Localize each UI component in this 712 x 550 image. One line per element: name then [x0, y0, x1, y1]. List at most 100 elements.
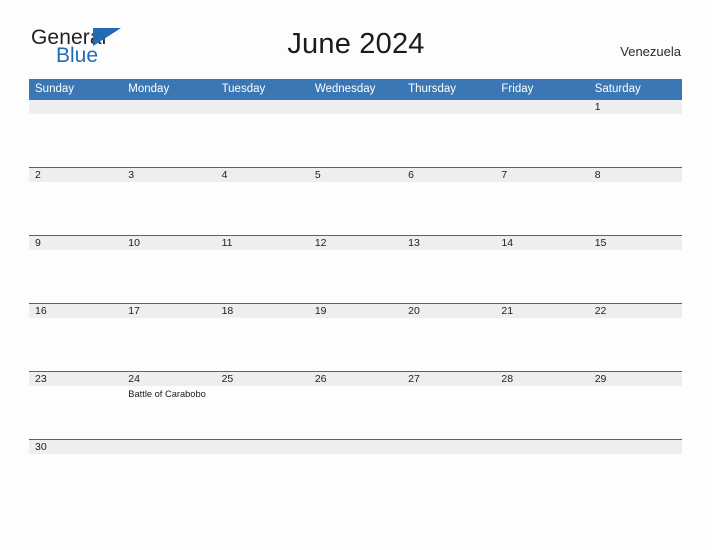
day-cell-16[interactable]: 16	[29, 304, 123, 372]
calendar-week-row: 23 24 Battle of Carabobo 25 26 27 28 29	[29, 371, 682, 440]
day-cell-empty[interactable]	[402, 440, 496, 481]
day-cell-empty[interactable]	[495, 440, 589, 481]
day-number: 23	[29, 372, 123, 386]
day-number: 5	[308, 168, 403, 182]
day-number	[122, 100, 216, 114]
day-cell-8[interactable]: 8	[588, 168, 682, 236]
day-number	[122, 440, 216, 454]
day-cell-empty[interactable]	[495, 100, 589, 168]
day-events	[402, 250, 495, 252]
day-events	[309, 386, 402, 388]
day-number: 22	[588, 304, 682, 318]
calendar-page: General Blue June 2024 Venezuela Sunday M…	[0, 0, 712, 550]
day-cell-12[interactable]: 12	[308, 236, 403, 304]
day-cell-18[interactable]: 18	[215, 304, 309, 372]
day-events	[29, 182, 122, 184]
day-events	[402, 182, 495, 184]
day-number: 25	[215, 372, 309, 386]
day-cell-10[interactable]: 10	[122, 236, 216, 304]
weekday-header-friday: Friday	[495, 79, 589, 100]
day-cell-30[interactable]: 30	[29, 440, 123, 481]
calendar-week-row: 16 17 18 19 20 21 22	[29, 303, 682, 372]
day-cell-7[interactable]: 7	[495, 168, 589, 236]
calendar-table: Sunday Monday Tuesday Wednesday Thursday Frid…	[29, 79, 682, 480]
day-events	[29, 454, 122, 456]
day-events	[589, 454, 682, 456]
day-cell-empty[interactable]	[402, 100, 496, 168]
day-events	[122, 114, 215, 116]
day-cell-empty[interactable]	[588, 440, 682, 481]
day-cell-5[interactable]: 5	[308, 168, 403, 236]
day-events	[309, 250, 402, 252]
day-number: 2	[29, 168, 123, 182]
day-cell-26[interactable]: 26	[308, 372, 403, 440]
day-events	[495, 386, 588, 388]
day-cell-empty[interactable]	[215, 440, 309, 481]
day-events	[402, 114, 495, 116]
page-header: General Blue June 2024 Venezuela	[0, 0, 712, 67]
day-cell-11[interactable]: 11	[215, 236, 309, 304]
day-cell-27[interactable]: 27	[402, 372, 496, 440]
day-cell-22[interactable]: 22	[588, 304, 682, 372]
day-cell-empty[interactable]	[29, 100, 123, 168]
day-number: 17	[122, 304, 216, 318]
day-events	[589, 182, 682, 184]
day-cell-28[interactable]: 28	[495, 372, 589, 440]
day-cell-14[interactable]: 14	[495, 236, 589, 304]
day-number: 13	[402, 236, 496, 250]
day-number: 14	[495, 236, 589, 250]
day-cell-25[interactable]: 25	[215, 372, 309, 440]
day-number: 9	[29, 236, 123, 250]
day-cell-9[interactable]: 9	[29, 236, 123, 304]
day-events	[29, 114, 122, 116]
day-events	[122, 454, 215, 456]
day-cell-17[interactable]: 17	[122, 304, 216, 372]
day-events	[495, 182, 588, 184]
day-cell-19[interactable]: 19	[308, 304, 403, 372]
calendar-week-row: 1	[29, 100, 682, 168]
day-number: 4	[215, 168, 309, 182]
day-events	[29, 250, 122, 252]
event-item[interactable]: Battle of Carabobo	[128, 388, 211, 400]
day-cell-13[interactable]: 13	[402, 236, 496, 304]
day-cell-2[interactable]: 2	[29, 168, 123, 236]
day-cell-empty[interactable]	[122, 100, 216, 168]
day-number	[588, 440, 682, 454]
day-number	[29, 100, 123, 114]
day-cell-empty[interactable]	[308, 440, 403, 481]
day-cell-4[interactable]: 4	[215, 168, 309, 236]
day-cell-24[interactable]: 24 Battle of Carabobo	[122, 372, 216, 440]
day-cell-20[interactable]: 20	[402, 304, 496, 372]
day-number: 1	[588, 100, 682, 114]
day-events	[216, 454, 309, 456]
day-number: 26	[308, 372, 403, 386]
day-number: 19	[308, 304, 403, 318]
calendar-body: 1 2 3 4 5 6 7 8 9 10 11 12 13 14 15 16 17 18 19 20 21 22 23 24 B…	[29, 100, 682, 480]
day-cell-15[interactable]: 15	[588, 236, 682, 304]
day-number: 24	[122, 372, 216, 386]
day-cell-empty[interactable]	[122, 440, 216, 481]
day-cell-6[interactable]: 6	[402, 168, 496, 236]
page-title: June 2024	[287, 28, 425, 60]
day-number	[402, 440, 496, 454]
day-cell-3[interactable]: 3	[122, 168, 216, 236]
day-cell-empty[interactable]	[308, 100, 403, 168]
day-number	[495, 440, 589, 454]
day-events	[29, 318, 122, 320]
day-cell-21[interactable]: 21	[495, 304, 589, 372]
day-cell-23[interactable]: 23	[29, 372, 123, 440]
day-cell-1[interactable]: 1	[588, 100, 682, 168]
day-number: 20	[402, 304, 496, 318]
day-events	[216, 318, 309, 320]
day-events	[122, 250, 215, 252]
day-cell-29[interactable]: 29	[588, 372, 682, 440]
calendar-week-row: 30	[29, 439, 682, 481]
day-number	[495, 100, 589, 114]
weekday-header-sunday: Sunday	[29, 79, 123, 100]
day-number	[308, 440, 403, 454]
day-events	[495, 318, 588, 320]
weekday-header-tuesday: Tuesday	[215, 79, 309, 100]
day-cell-empty[interactable]	[215, 100, 309, 168]
day-events	[122, 182, 215, 184]
day-events	[216, 182, 309, 184]
